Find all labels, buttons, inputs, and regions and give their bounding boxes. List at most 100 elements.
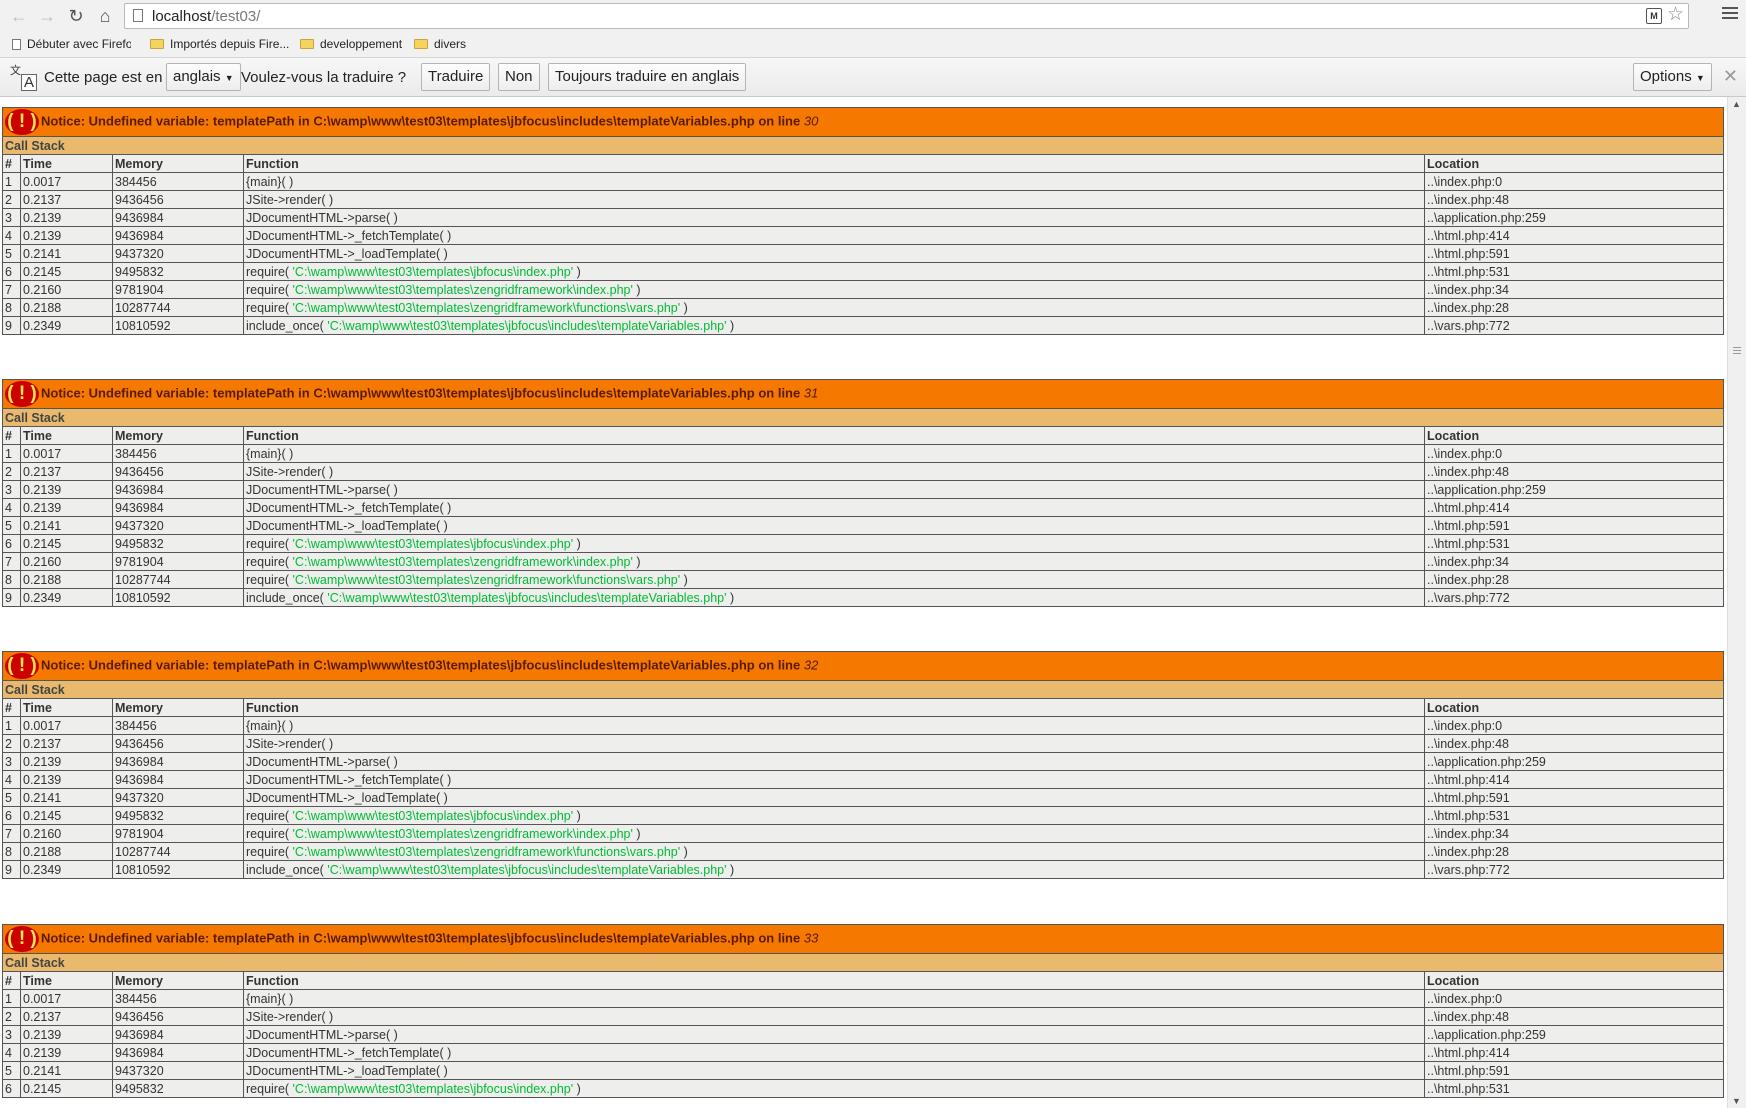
function-name: JDocumentHTML->_loadTemplate( ): [246, 1063, 448, 1078]
cell-num: 8: [2, 842, 21, 861]
table-row: 1 0.0017 384456 {main}( ) ..\index.php:0: [2, 716, 1724, 735]
table-row: 4 0.2139 9436984 JDocumentHTML->_fetchTe…: [2, 1043, 1724, 1062]
cell-function: JDocumentHTML->_fetchTemplate( ): [243, 498, 1425, 517]
function-close: ): [573, 1081, 581, 1096]
star-icon[interactable]: ☆: [1667, 5, 1684, 24]
bookmark-folder[interactable]: divers: [414, 35, 466, 53]
cell-location: ..\index.php:28: [1424, 298, 1724, 317]
table-row: 6 0.2145 9495832 require( 'C:\wamp\www\t…: [2, 262, 1724, 281]
language-select[interactable]: anglais ▼: [166, 63, 241, 91]
cell-time: 0.0017: [20, 444, 113, 463]
close-icon[interactable]: ✕: [1723, 66, 1738, 87]
address-text[interactable]: localhost/test03/: [152, 8, 260, 25]
cell-time: 0.2160: [20, 280, 113, 299]
cell-memory: 9495832: [112, 262, 244, 281]
function-argument: 'C:\wamp\www\test03\templates\jbfocus\in…: [292, 1081, 574, 1096]
scroll-down-icon[interactable]: ▼: [1732, 1096, 1741, 1106]
options-label: Options: [1640, 68, 1692, 85]
vertical-scrollbar[interactable]: ▲ ▼: [1727, 97, 1746, 1108]
column-header-num: #: [2, 154, 21, 173]
forward-button[interactable]: →: [36, 5, 58, 27]
bookmark-folder[interactable]: Importés depuis Fire...: [150, 35, 289, 53]
function-name: JDocumentHTML->parse( ): [246, 754, 398, 769]
cell-time: 0.2188: [20, 570, 113, 589]
function-name: require(: [246, 264, 293, 279]
cell-num: 7: [2, 552, 21, 571]
translate-question: Voulez-vous la traduire ?: [241, 69, 407, 86]
column-header-num: #: [2, 426, 21, 445]
call-stack-row: Call Stack: [2, 953, 1724, 972]
function-name: JDocumentHTML->_fetchTemplate( ): [246, 228, 452, 243]
error-icon: ( ! ): [5, 381, 39, 407]
bookmark-item[interactable]: Débuter avec Firefox: [12, 35, 131, 53]
table-row: 5 0.2141 9437320 JDocumentHTML->_loadTem…: [2, 1061, 1724, 1080]
error-message: Notice: Undefined variable: templatePath…: [41, 385, 804, 401]
function-close: ): [680, 844, 688, 859]
function-argument: 'C:\wamp\www\test03\templates\jbfocus\in…: [292, 536, 574, 551]
cell-num: 6: [2, 806, 21, 825]
cell-function: include_once( 'C:\wamp\www\test03\templa…: [243, 588, 1425, 607]
table-row: 2 0.2137 9436456 JSite->render( ) ..\ind…: [2, 1007, 1724, 1026]
cell-location: ..\index.php:0: [1424, 172, 1724, 191]
cell-location: ..\index.php:0: [1424, 716, 1724, 735]
back-button[interactable]: ←: [8, 5, 30, 27]
function-close: ): [573, 808, 581, 823]
table-row: 3 0.2139 9436984 JDocumentHTML->parse( )…: [2, 752, 1724, 771]
page-icon: [12, 38, 21, 50]
bookmark-folder[interactable]: developpement: [300, 35, 402, 53]
cell-memory: 384456: [112, 172, 244, 191]
function-name: JSite->render( ): [246, 192, 334, 207]
scroll-up-icon[interactable]: ▲: [1732, 99, 1741, 109]
always-translate-button[interactable]: Toujours traduire en anglais: [548, 63, 747, 91]
cell-location: ..\index.php:0: [1424, 444, 1724, 463]
function-name: JDocumentHTML->_loadTemplate( ): [246, 246, 448, 261]
translate-button[interactable]: Traduire: [421, 63, 491, 91]
column-header-memory: Memory: [112, 154, 244, 173]
cell-function: {main}( ): [243, 989, 1425, 1008]
cell-function: require( 'C:\wamp\www\test03\templates\j…: [243, 534, 1425, 553]
cell-memory: 9436984: [112, 480, 244, 499]
cell-num: 7: [2, 280, 21, 299]
cell-num: 2: [2, 462, 21, 481]
cell-time: 0.2139: [20, 208, 113, 227]
home-button[interactable]: ⌂: [94, 5, 116, 27]
cell-memory: 9436984: [112, 498, 244, 517]
address-bar[interactable]: localhost/test03/ M ☆: [124, 3, 1689, 29]
bookmark-label: developpement: [320, 37, 403, 51]
table-row: 8 0.2188 10287744 require( 'C:\wamp\www\…: [2, 842, 1724, 861]
cell-location: ..\html.php:591: [1424, 788, 1724, 807]
cell-num: 9: [2, 860, 21, 879]
column-header-function: Function: [243, 154, 1425, 173]
function-close: ): [632, 826, 641, 841]
table-row: 7 0.2160 9781904 require( 'C:\wamp\www\t…: [2, 552, 1724, 571]
cell-location: ..\index.php:48: [1424, 1007, 1724, 1026]
options-button[interactable]: Options ▼: [1633, 63, 1712, 91]
scroll-grip[interactable]: [1733, 347, 1741, 356]
no-button[interactable]: Non: [498, 63, 540, 91]
language-value: anglais: [173, 68, 221, 85]
function-argument: 'C:\wamp\www\test03\templates\jbfocus\in…: [327, 862, 727, 877]
cell-location: ..\application.php:259: [1424, 1025, 1724, 1044]
reload-icon: ↻: [68, 6, 84, 26]
table-row: 9 0.2349 10810592 include_once( 'C:\wamp…: [2, 588, 1724, 607]
cell-time: 0.2145: [20, 806, 113, 825]
function-close: ): [726, 590, 735, 605]
function-argument: 'C:\wamp\www\test03\templates\zengridfra…: [292, 282, 633, 297]
cell-num: 2: [2, 190, 21, 209]
table-row: 6 0.2145 9495832 require( 'C:\wamp\www\t…: [2, 534, 1724, 553]
reload-button[interactable]: ↻: [65, 5, 87, 27]
page-icon: [133, 9, 143, 22]
column-header-location: Location: [1424, 426, 1724, 445]
bookmark-label: Importés depuis Fire...: [170, 37, 290, 51]
hamburger-menu-icon[interactable]: [1722, 5, 1738, 21]
cell-time: 0.2141: [20, 788, 113, 807]
function-name: require(: [246, 282, 293, 297]
extension-icon[interactable]: M: [1646, 8, 1662, 24]
table-row: 5 0.2141 9437320 JDocumentHTML->_loadTem…: [2, 788, 1724, 807]
browser-toolbar: ← → ↻ ⌂ localhost/test03/ M ☆: [0, 0, 1746, 33]
cell-location: ..\application.php:259: [1424, 752, 1724, 771]
folder-icon: [414, 39, 428, 49]
chevron-down-icon: ▼: [1695, 73, 1705, 83]
cell-num: 1: [2, 172, 21, 191]
function-name: JDocumentHTML->parse( ): [246, 210, 398, 225]
